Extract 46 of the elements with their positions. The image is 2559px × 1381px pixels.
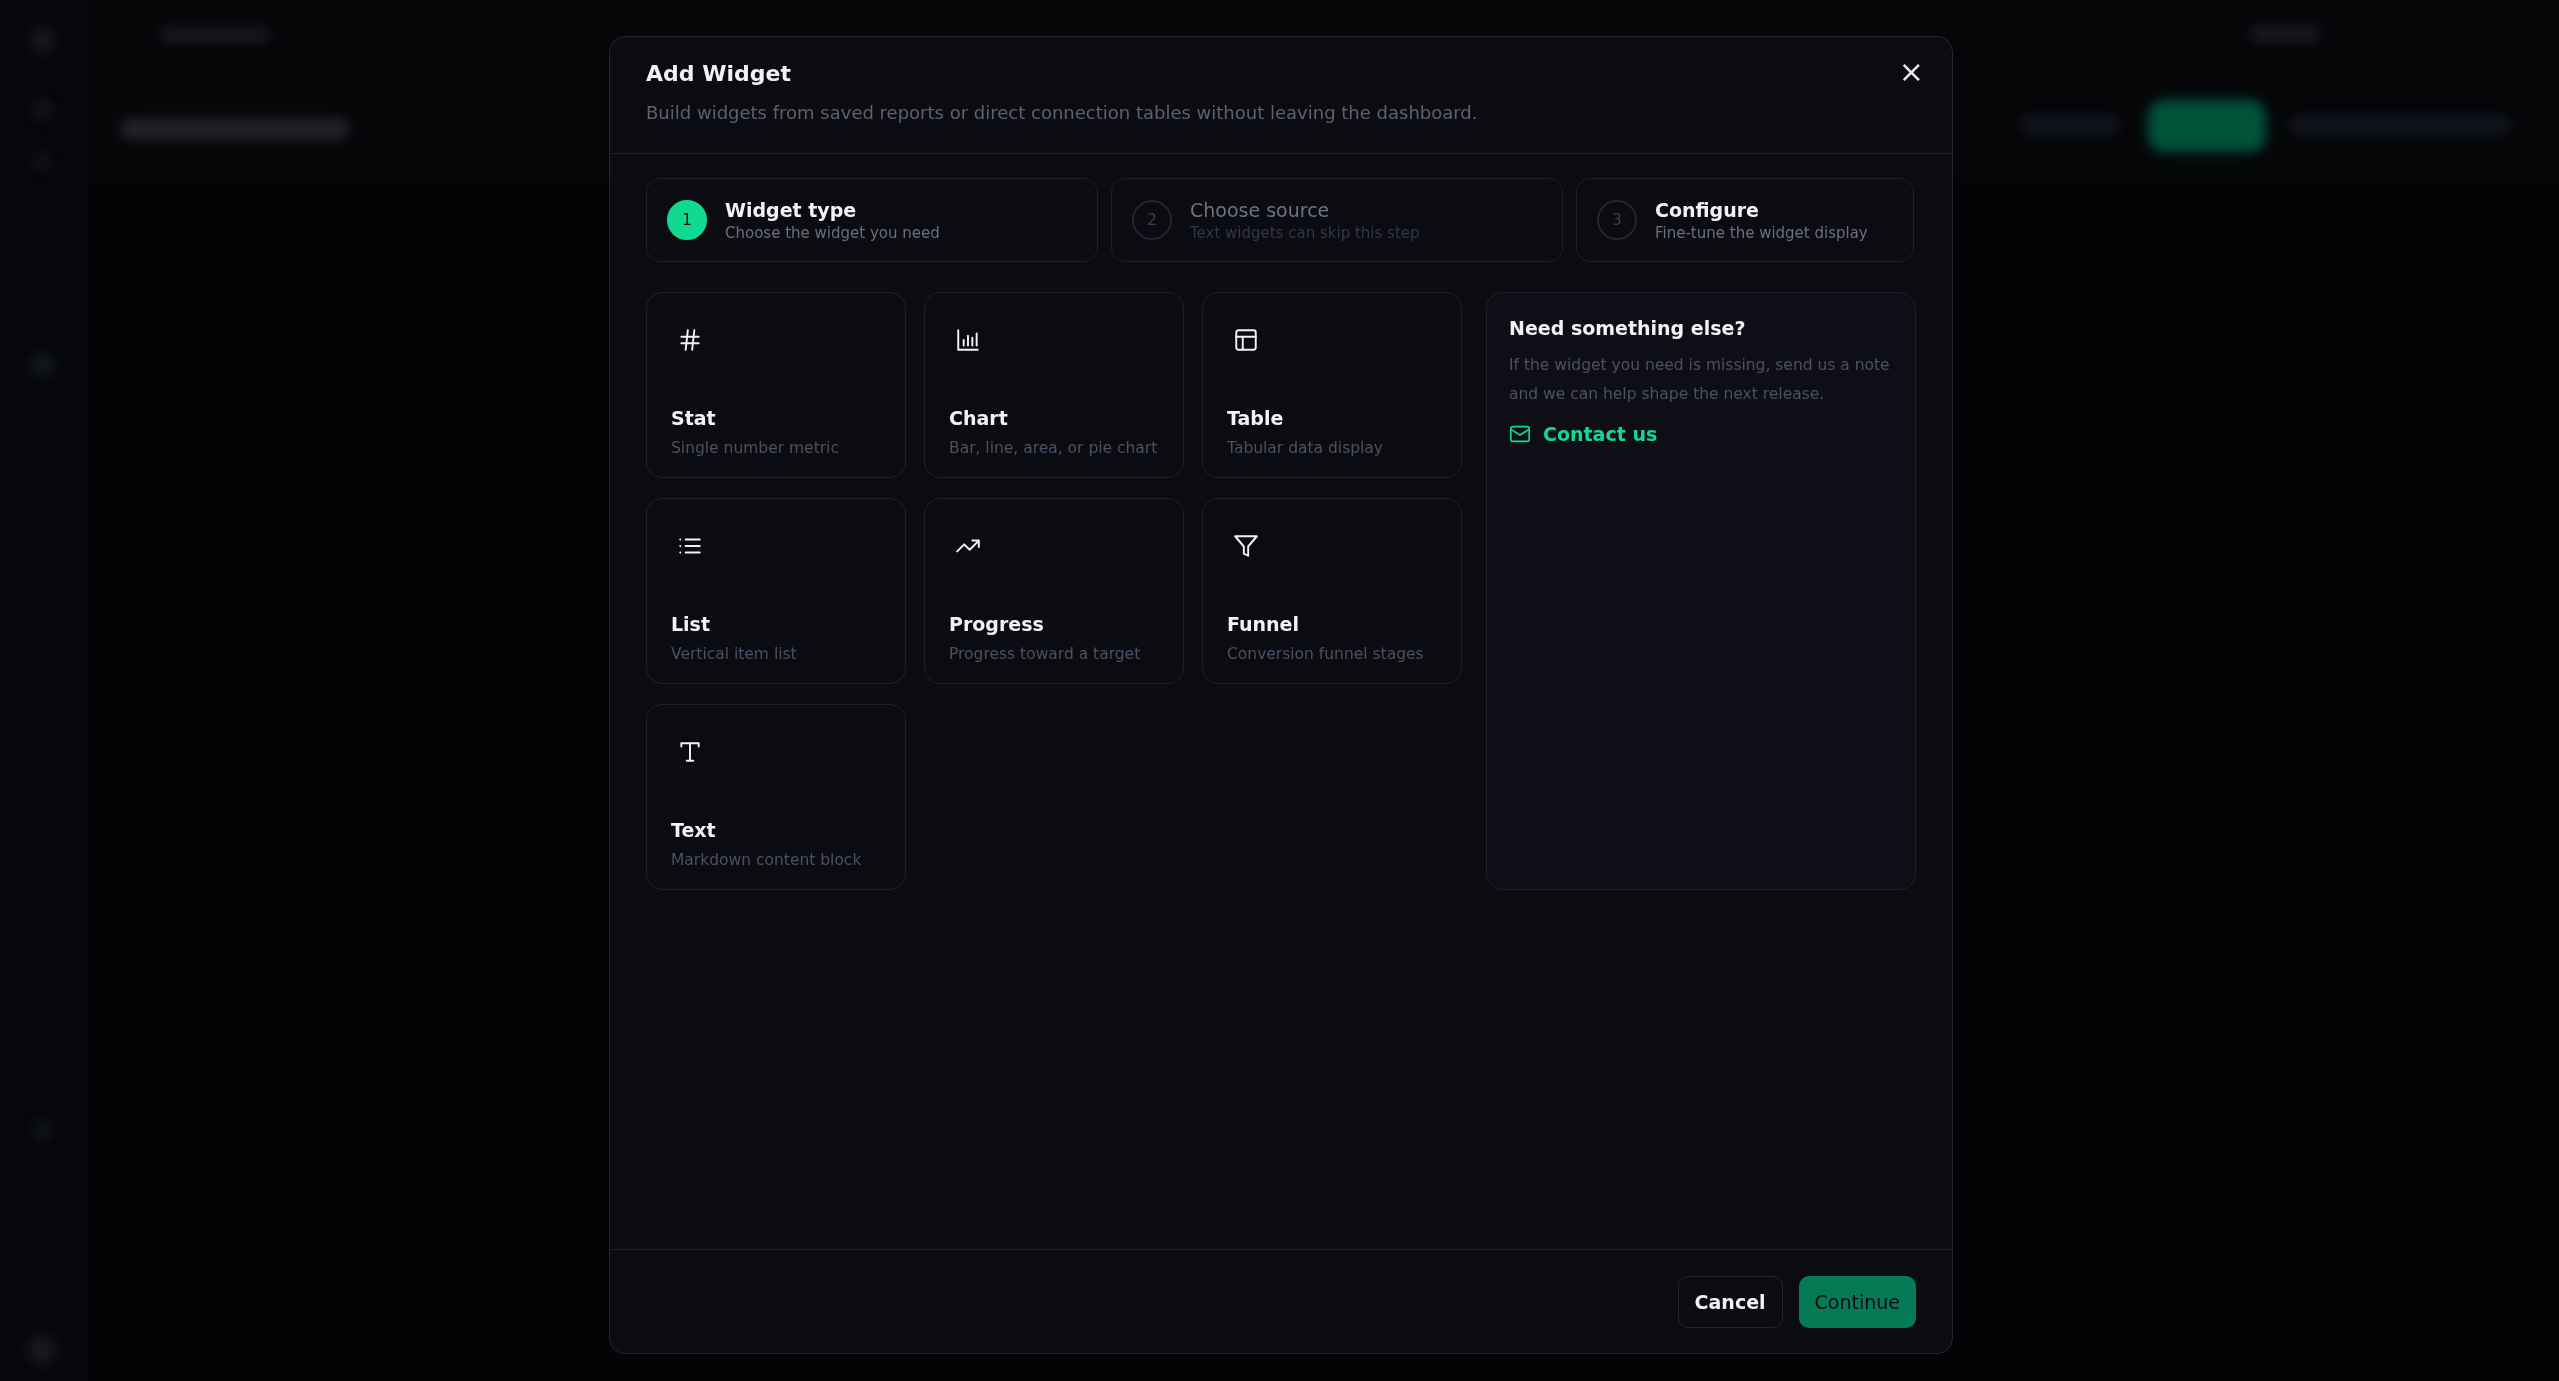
- widget-type-card[interactable]: Progress Progress toward a target: [924, 498, 1184, 684]
- help-title: Need something else?: [1509, 317, 1747, 339]
- widget-type-description: Vertical item list: [671, 645, 798, 663]
- widget-type-card[interactable]: Funnel Conversion funnel stages: [1202, 498, 1462, 684]
- step-caption: Fine-tune the widget display: [1655, 223, 1868, 242]
- widget-type-title: Stat: [671, 407, 717, 429]
- widget-type-description: Markdown content block: [671, 851, 863, 869]
- widget-type-card[interactable]: Table Tabular data display: [1202, 292, 1462, 478]
- dialog-title: Add Widget: [646, 61, 791, 86]
- cancel-button[interactable]: Cancel: [1677, 1275, 1783, 1328]
- widget-type-title: Chart: [949, 407, 1009, 429]
- step-title: Widget type: [725, 198, 858, 221]
- funnel-icon: [1233, 533, 1259, 559]
- text-type-icon: [677, 739, 703, 765]
- widget-type-card[interactable]: Chart Bar, line, area, or pie chart: [924, 292, 1184, 478]
- table-icon: [1233, 327, 1259, 353]
- step-caption: Text widgets can skip this step: [1190, 223, 1420, 242]
- widget-type-title: List: [671, 613, 711, 635]
- widget-type-card[interactable]: Text Markdown content block: [646, 704, 906, 890]
- hash-icon: [677, 327, 703, 353]
- continue-button[interactable]: Continue: [1798, 1275, 1916, 1328]
- widget-type-description: Bar, line, area, or pie chart: [949, 439, 1159, 457]
- step-number: 1: [667, 200, 707, 240]
- step-number: 3: [1597, 200, 1637, 240]
- widget-type-description: Tabular data display: [1227, 439, 1385, 457]
- step-caption: Choose the widget you need: [725, 223, 940, 242]
- contact-link[interactable]: Contact us: [1509, 423, 1658, 445]
- step-number: 2: [1132, 200, 1172, 240]
- bar-chart-icon: [955, 327, 981, 353]
- close-button[interactable]: ×: [1890, 53, 1932, 91]
- widget-type-description: Progress toward a target: [949, 645, 1142, 663]
- widget-type-title: Funnel: [1227, 613, 1300, 635]
- step-title: Choose source: [1190, 198, 1331, 221]
- dialog-subtitle: Build widgets from saved reports or direct connection tables without leaving the dashboard.: [646, 102, 1479, 123]
- widget-type-card[interactable]: Stat Single number metric: [646, 292, 906, 478]
- help-text: If the widget you need is missing, send us a note and we can help shape the next release.: [1509, 355, 1891, 405]
- step-tab[interactable]: 1 Widget type Choose the widget you need: [646, 178, 1098, 262]
- widget-type-description: Single number metric: [671, 439, 840, 457]
- widget-type-title: Text: [671, 819, 717, 841]
- widget-type-description: Conversion funnel stages: [1227, 645, 1425, 663]
- step-title: Configure: [1655, 198, 1760, 221]
- widget-type-card[interactable]: List Vertical item list: [646, 498, 906, 684]
- mail-icon: [1509, 423, 1531, 445]
- step-tab[interactable]: 3 Configure Fine-tune the widget display: [1576, 178, 1914, 262]
- widget-type-title: Table: [1227, 407, 1285, 429]
- widget-type-title: Progress: [949, 613, 1045, 635]
